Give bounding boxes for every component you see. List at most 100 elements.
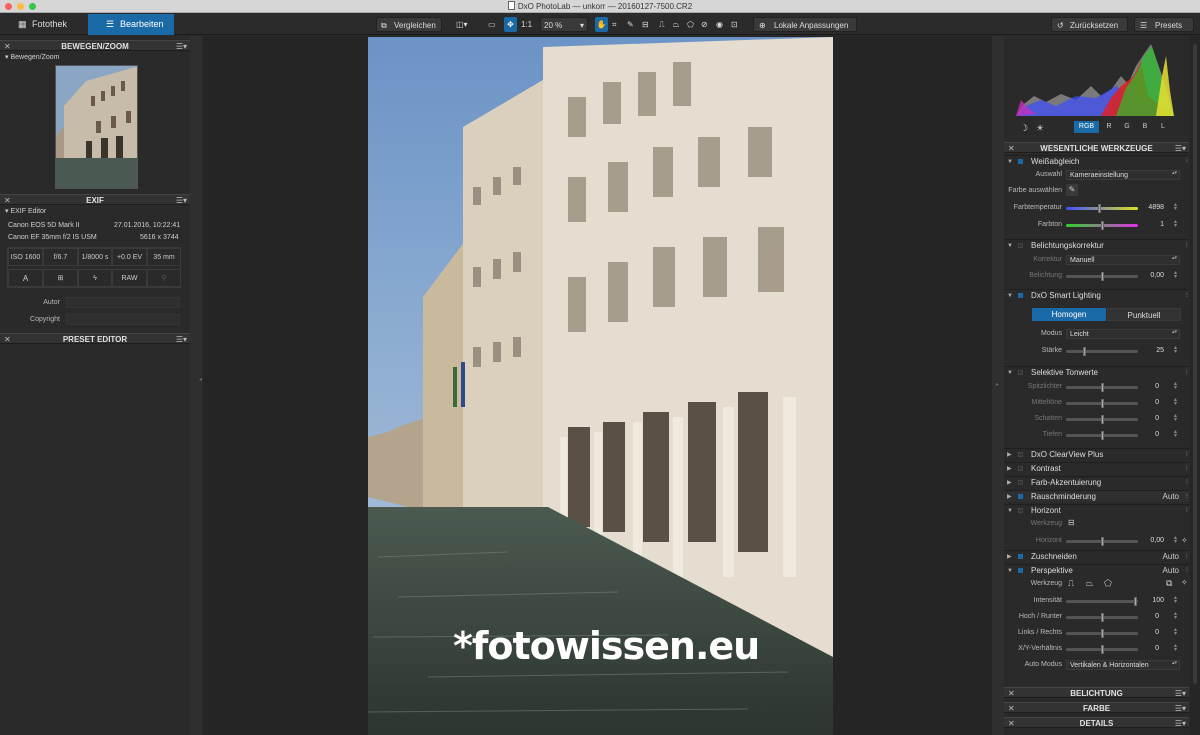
local-adjustments-button[interactable]: ⊕ Lokale Anpassungen — [753, 17, 857, 32]
menu-icon[interactable]: ☰▾ — [1175, 143, 1186, 154]
slider-knob[interactable] — [1101, 399, 1104, 408]
author-input[interactable] — [66, 297, 180, 308]
perspective-enable-checkbox[interactable] — [1018, 568, 1023, 573]
fit-screen-button[interactable]: ▭ — [488, 17, 500, 32]
zoom-select[interactable]: 20 % ▾ — [540, 17, 588, 32]
smart-lighting-section-header[interactable]: ▼ DxO Smart Lighting ⁝ — [1004, 289, 1189, 301]
auto-wand-icon[interactable]: ✧ — [1181, 536, 1188, 545]
clearview-section-header[interactable]: ▶ DxO ClearView Plus ⁝ — [1004, 448, 1189, 460]
smart-strength-slider[interactable] — [1066, 347, 1138, 356]
persp-auto-mode-select[interactable]: Vertikalen & Horizontalen — [1066, 660, 1180, 670]
exposure-value[interactable]: 0,00 — [1142, 272, 1164, 279]
image-viewer[interactable]: *fotowissen.eu — [203, 36, 1001, 735]
perspective-reset-icon[interactable]: ⧉ — [1166, 578, 1172, 589]
menu-icon[interactable]: ☰▾ — [1175, 703, 1186, 714]
wb-select[interactable]: Kameraeinstellung — [1066, 170, 1180, 180]
noise-enable-checkbox[interactable] — [1018, 494, 1023, 499]
crop-tool-button[interactable]: ⌗ — [612, 17, 624, 32]
spinner-icon[interactable]: ▴ ▾ — [1174, 202, 1180, 212]
horizon-tool-icon[interactable]: ⊟ — [1068, 518, 1075, 527]
slider-knob[interactable] — [1101, 221, 1104, 230]
menu-icon[interactable]: ☰▾ — [176, 334, 187, 345]
close-icon[interactable]: ✕ — [1008, 688, 1015, 699]
essential-tools-header[interactable]: ✕ WESENTLICHE WERKZEUGE ☰▾ — [1004, 142, 1189, 153]
spinner-icon[interactable]: ▴ ▾ — [1174, 535, 1180, 545]
menu-icon[interactable]: ☰▾ — [1175, 718, 1186, 729]
more-icon[interactable]: ⁝ — [1186, 290, 1188, 302]
close-icon[interactable]: ✕ — [4, 195, 11, 206]
slider-knob[interactable] — [1101, 629, 1104, 638]
tone-midtones-value[interactable]: 0 — [1137, 399, 1159, 406]
move-tool-button[interactable]: ✥ — [504, 17, 517, 32]
close-icon[interactable]: ✕ — [1008, 143, 1015, 154]
perspective-section-header[interactable]: ▼ Perspektive Auto ⁝ — [1004, 564, 1189, 576]
channel-g[interactable]: G — [1120, 121, 1134, 133]
wb-temp-slider[interactable] — [1066, 204, 1138, 213]
exposure-slider[interactable] — [1066, 272, 1138, 281]
tab-library[interactable]: ▦ Fotothek — [0, 14, 87, 35]
perspective-rect-button[interactable]: ⏢ — [673, 17, 683, 32]
smart-strength-value[interactable]: 25 — [1142, 347, 1164, 354]
horizon-slider[interactable] — [1066, 537, 1138, 546]
spinner-icon[interactable]: ▴ ▾ — [1174, 381, 1180, 391]
spinner-icon[interactable]: ▴ ▾ — [1174, 627, 1180, 637]
compare-button[interactable]: ⧉ Vergleichen — [376, 17, 442, 32]
horizon-enable-checkbox[interactable] — [1018, 508, 1023, 513]
more-icon[interactable]: ⁝ — [1186, 491, 1188, 503]
slider-knob[interactable] — [1101, 272, 1104, 281]
more-icon[interactable]: ⁝ — [1186, 156, 1188, 168]
slider-knob[interactable] — [1101, 431, 1104, 440]
spinner-icon[interactable]: ▴ ▾ — [1174, 611, 1180, 621]
slider-knob[interactable] — [1101, 613, 1104, 622]
preset-editor-header[interactable]: ✕ PRESET EDITOR ☰▾ — [0, 333, 190, 344]
spinner-icon[interactable]: ▴ ▾ — [1174, 643, 1180, 653]
presets-button[interactable]: ☰ Presets — [1134, 17, 1194, 32]
view-mode-button[interactable]: ◫▾ — [456, 17, 478, 32]
crop-section-header[interactable]: ▶ Zuschneiden Auto ⁝ — [1004, 550, 1189, 562]
tone-highlights-value[interactable]: 0 — [1137, 383, 1159, 390]
spinner-icon[interactable]: ▴ ▾ — [1174, 397, 1180, 407]
exposure-section-header[interactable]: ▼ Belichtungskorrektur ⁝ — [1004, 239, 1189, 251]
repair-tool-button[interactable]: ⊘ — [701, 17, 711, 32]
tone-enable-checkbox[interactable] — [1018, 370, 1023, 375]
tone-midtones-slider[interactable] — [1066, 399, 1138, 408]
slider-knob[interactable] — [1101, 645, 1104, 654]
crop-enable-checkbox[interactable] — [1018, 554, 1023, 559]
spinner-icon[interactable]: ▴ ▾ — [1174, 219, 1180, 229]
horizon-value[interactable]: 0,00 — [1142, 537, 1164, 544]
channel-l[interactable]: L — [1156, 121, 1170, 133]
persp-intensity-slider[interactable] — [1066, 597, 1138, 606]
menu-icon[interactable]: ☰▾ — [1175, 688, 1186, 699]
smart-spot-button[interactable]: Punktuell — [1107, 308, 1181, 321]
persp-intensity-value[interactable]: 100 — [1142, 597, 1164, 604]
tone-shadows-slider[interactable] — [1066, 415, 1138, 424]
copyright-input[interactable] — [66, 314, 180, 325]
contrast-section-header[interactable]: ▶ Kontrast ⁝ — [1004, 462, 1189, 474]
eyedropper-icon[interactable]: ✎ — [1066, 184, 1078, 196]
perspective-rect-icon[interactable]: ⏢ — [1086, 578, 1093, 589]
scroll-thumb[interactable] — [1193, 44, 1197, 684]
more-icon[interactable]: ⁝ — [1186, 240, 1188, 252]
tone-blacks-value[interactable]: 0 — [1137, 431, 1159, 438]
reset-button[interactable]: ↺ Zurücksetzen — [1051, 17, 1128, 32]
perspective-8pt-icon[interactable]: ⬠ — [1104, 578, 1112, 589]
channel-b[interactable]: B — [1138, 121, 1152, 133]
right-splitter[interactable]: ▸ — [992, 36, 1004, 735]
horizon-tool-button[interactable]: ⊟ — [642, 17, 656, 32]
more-icon[interactable]: ⁝ — [1186, 565, 1188, 577]
more-icon[interactable]: ⁝ — [1186, 477, 1188, 489]
persp-ratio-value[interactable]: 0 — [1137, 645, 1159, 652]
close-icon[interactable]: ✕ — [1008, 718, 1015, 729]
close-icon[interactable]: ✕ — [1008, 703, 1015, 714]
more-icon[interactable]: ⁝ — [1186, 551, 1188, 563]
clearview-enable-checkbox[interactable] — [1018, 452, 1023, 457]
wb-temp-value[interactable]: 4898 — [1142, 204, 1164, 211]
more-icon[interactable]: ⁝ — [1186, 449, 1188, 461]
contrast-enable-checkbox[interactable] — [1018, 466, 1023, 471]
perspective-tool-button[interactable]: ⎍ — [659, 17, 669, 32]
noise-section-header[interactable]: ▶ Rauschminderung Auto ⁝ — [1004, 490, 1189, 502]
exif-header[interactable]: ✕ EXIF ☰▾ — [0, 194, 190, 205]
moon-icon[interactable]: ☽ — [1020, 123, 1028, 134]
smart-uniform-button[interactable]: Homogen — [1032, 308, 1106, 321]
preview-toggle-button[interactable]: ◉ — [716, 17, 728, 32]
